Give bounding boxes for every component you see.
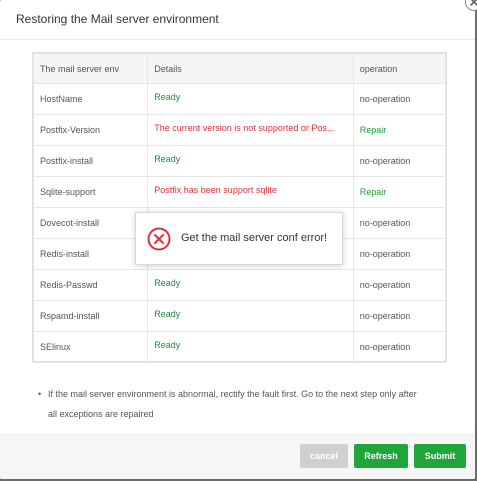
operation-text: no-operation: [352, 300, 447, 332]
env-detail: Ready: [147, 83, 354, 115]
note-text: If the mail server environment is abnorm…: [48, 389, 417, 419]
env-name: Dovecot-install: [32, 207, 149, 239]
env-detail: Postfix has been support sqlite: [147, 176, 354, 208]
table-row: Postfix-install Ready no-operation: [32, 145, 447, 177]
table-row: Sqlite-support Postfix has been support s…: [32, 176, 447, 208]
env-detail: Ready: [147, 145, 354, 177]
repair-link[interactable]: Repair: [352, 114, 447, 146]
env-name: SElinux: [32, 331, 149, 363]
error-toast: Get the mail server conf error!: [135, 212, 343, 265]
operation-text: no-operation: [352, 145, 447, 177]
env-detail: Ready: [147, 269, 354, 301]
error-circle-icon: [147, 227, 171, 256]
cancel-button[interactable]: cancel: [300, 444, 348, 468]
header-env: The mail server env: [32, 53, 149, 84]
env-detail: Ready: [147, 300, 354, 332]
env-table: The mail server env Details operation Ho…: [32, 52, 447, 363]
table-row: Rspamd-install Ready no-operation: [32, 300, 447, 332]
table-row: HostName Ready no-operation: [32, 83, 447, 115]
table-row: SElinux Ready no-operation: [32, 331, 447, 363]
env-name: Sqlite-support: [32, 176, 149, 208]
env-name: HostName: [32, 83, 149, 115]
dialog-header: Restoring the Mail server environment: [0, 0, 475, 40]
env-detail: Ready: [147, 331, 354, 363]
table-row: Postfix-Version The current version is no…: [32, 114, 447, 146]
header-details: Details: [147, 53, 354, 84]
env-name: Redis-install: [32, 238, 149, 270]
operation-text: no-operation: [352, 238, 447, 270]
operation-text: no-operation: [352, 207, 447, 239]
toast-message: Get the mail server conf error!: [181, 232, 328, 244]
header-operation: operation: [352, 53, 447, 84]
operation-text: no-operation: [352, 331, 447, 363]
refresh-button[interactable]: Refresh: [354, 444, 408, 468]
operation-text: no-operation: [352, 83, 447, 115]
repair-link[interactable]: Repair: [352, 176, 447, 208]
env-name: Postfix-Version: [32, 114, 149, 146]
env-name: Postfix-install: [32, 145, 149, 177]
table-row: Redis-Passwd Ready no-operation: [32, 269, 447, 301]
env-detail: The current version is not supported or …: [147, 114, 354, 146]
env-name: Redis-Passwd: [32, 269, 149, 301]
dialog-title: Restoring the Mail server environment: [16, 12, 219, 26]
dialog: Restoring the Mail server environment Th…: [0, 0, 475, 479]
submit-button[interactable]: Submit: [414, 444, 466, 468]
bullet: •: [38, 389, 42, 399]
dialog-footer: cancel Refresh Submit: [0, 434, 475, 479]
table-header-row: The mail server env Details operation: [32, 53, 447, 84]
operation-text: no-operation: [352, 269, 447, 301]
note: • If the mail server environment is abno…: [38, 384, 428, 424]
env-name: Rspamd-install: [32, 300, 149, 332]
